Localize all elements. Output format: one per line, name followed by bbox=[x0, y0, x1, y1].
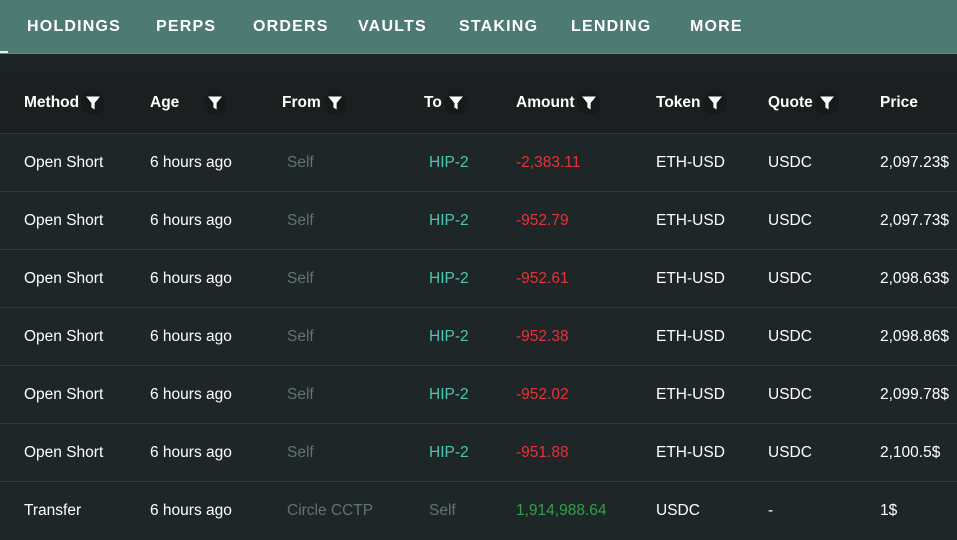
table-row: Transfer 6 hours ago Circle CCTP Self 1,… bbox=[0, 482, 957, 540]
column-header-label: From bbox=[282, 94, 321, 111]
filter-icon[interactable] bbox=[443, 91, 468, 115]
table-row: Open Short 6 hours ago Self HIP-2 -2,383… bbox=[0, 134, 957, 192]
cell-amount: -952.79 bbox=[516, 212, 569, 229]
cell-method: Open Short bbox=[24, 212, 104, 229]
table-row: Open Short 6 hours ago Self HIP-2 -952.7… bbox=[0, 192, 957, 250]
cell-quote: USDC bbox=[768, 444, 812, 461]
cell-token: ETH-USD bbox=[656, 270, 725, 287]
table-header: Method Age From To Amount Token Quote Pr… bbox=[0, 72, 957, 134]
cell-quote: USDC bbox=[768, 386, 812, 403]
cell-price: 2,099.78$ bbox=[880, 386, 949, 403]
cell-method: Open Short bbox=[24, 270, 104, 287]
cell-token: ETH-USD bbox=[656, 386, 725, 403]
column-header-label: Token bbox=[656, 94, 701, 111]
table-row: Open Short 6 hours ago Self HIP-2 -952.3… bbox=[0, 308, 957, 366]
cell-price: 2,097.73$ bbox=[880, 212, 949, 229]
active-tab-indicator bbox=[0, 51, 8, 53]
cell-from: Self bbox=[287, 212, 314, 229]
cell-to-link[interactable]: HIP-2 bbox=[429, 134, 469, 192]
cell-amount: -2,383.11 bbox=[516, 154, 581, 171]
top-nav-tabs: HOLDINGS PERPS ORDERS VAULTS STAKING LEN… bbox=[0, 0, 957, 54]
tab-vaults[interactable]: VAULTS bbox=[358, 0, 427, 54]
cell-age: 6 hours ago bbox=[150, 212, 232, 229]
cell-amount: -952.02 bbox=[516, 386, 569, 403]
cell-amount: -952.61 bbox=[516, 270, 569, 287]
cell-quote: - bbox=[768, 502, 774, 519]
cell-method: Open Short bbox=[24, 386, 104, 403]
cell-method: Open Short bbox=[24, 444, 104, 461]
cell-from: Self bbox=[287, 154, 314, 171]
cell-age: 6 hours ago bbox=[150, 328, 232, 345]
cell-quote: USDC bbox=[768, 328, 812, 345]
cell-price: 2,098.63$ bbox=[880, 270, 949, 287]
spacer bbox=[0, 54, 957, 72]
cell-method: Open Short bbox=[24, 154, 104, 171]
column-header-price: Price bbox=[880, 72, 918, 134]
cell-age: 6 hours ago bbox=[150, 270, 232, 287]
cell-to-link[interactable]: HIP-2 bbox=[429, 308, 469, 366]
column-header-quote: Quote bbox=[768, 72, 839, 134]
column-header-from: From bbox=[282, 72, 347, 134]
cell-to-link[interactable]: Self bbox=[429, 482, 456, 540]
transactions-table: Method Age From To Amount Token Quote Pr… bbox=[0, 72, 957, 540]
cell-age: 6 hours ago bbox=[150, 502, 232, 519]
cell-token: ETH-USD bbox=[656, 328, 725, 345]
cell-quote: USDC bbox=[768, 212, 812, 229]
cell-amount: -952.38 bbox=[516, 328, 569, 345]
cell-token: ETH-USD bbox=[656, 212, 725, 229]
table-row: Open Short 6 hours ago Self HIP-2 -952.0… bbox=[0, 366, 957, 424]
cell-from: Self bbox=[287, 270, 314, 287]
cell-token: ETH-USD bbox=[656, 444, 725, 461]
column-header-label: Amount bbox=[516, 94, 575, 111]
cell-from: Self bbox=[287, 328, 314, 345]
cell-from: Circle CCTP bbox=[287, 502, 374, 519]
cell-method: Transfer bbox=[24, 502, 82, 519]
column-header-token: Token bbox=[656, 72, 727, 134]
cell-token: ETH-USD bbox=[656, 154, 725, 171]
column-header-label: Quote bbox=[768, 94, 813, 111]
filter-icon[interactable] bbox=[702, 91, 727, 115]
filter-icon[interactable] bbox=[576, 91, 601, 115]
cell-to-link[interactable]: HIP-2 bbox=[429, 250, 469, 308]
filter-icon[interactable] bbox=[814, 91, 839, 115]
column-header-label: Method bbox=[24, 94, 80, 111]
cell-price: 1$ bbox=[880, 502, 898, 519]
cell-price: 2,100.5$ bbox=[880, 444, 941, 461]
tab-orders[interactable]: ORDERS bbox=[253, 0, 329, 54]
cell-price: 2,097.23$ bbox=[880, 154, 949, 171]
cell-amount: 1,914,988.64 bbox=[516, 502, 607, 519]
filter-icon[interactable] bbox=[81, 91, 106, 115]
cell-age: 6 hours ago bbox=[150, 444, 232, 461]
column-header-amount: Amount bbox=[516, 72, 601, 134]
cell-token: USDC bbox=[656, 502, 700, 519]
cell-amount: -951.88 bbox=[516, 444, 569, 461]
column-header-to: To bbox=[424, 72, 468, 134]
tab-staking[interactable]: STAKING bbox=[459, 0, 538, 54]
cell-method: Open Short bbox=[24, 328, 104, 345]
column-header-method: Method bbox=[24, 72, 106, 134]
tab-more[interactable]: MORE bbox=[690, 0, 743, 54]
cell-from: Self bbox=[287, 386, 314, 403]
column-header-age: Age bbox=[150, 72, 228, 134]
cell-age: 6 hours ago bbox=[150, 386, 232, 403]
filter-icon[interactable] bbox=[322, 91, 347, 115]
tab-lending[interactable]: LENDING bbox=[571, 0, 651, 54]
column-header-label: To bbox=[424, 94, 442, 111]
cell-to-link[interactable]: HIP-2 bbox=[429, 366, 469, 424]
cell-to-link[interactable]: HIP-2 bbox=[429, 192, 469, 250]
cell-to-link[interactable]: HIP-2 bbox=[429, 424, 469, 482]
table-row: Open Short 6 hours ago Self HIP-2 -952.6… bbox=[0, 250, 957, 308]
column-header-label: Age bbox=[150, 94, 180, 111]
cell-quote: USDC bbox=[768, 154, 812, 171]
cell-age: 6 hours ago bbox=[150, 154, 232, 171]
tab-holdings[interactable]: HOLDINGS bbox=[27, 0, 121, 54]
cell-price: 2,098.86$ bbox=[880, 328, 949, 345]
filter-icon[interactable] bbox=[203, 91, 228, 115]
cell-from: Self bbox=[287, 444, 314, 461]
cell-quote: USDC bbox=[768, 270, 812, 287]
table-row: Open Short 6 hours ago Self HIP-2 -951.8… bbox=[0, 424, 957, 482]
column-header-label: Price bbox=[880, 94, 918, 111]
tab-perps[interactable]: PERPS bbox=[156, 0, 216, 54]
